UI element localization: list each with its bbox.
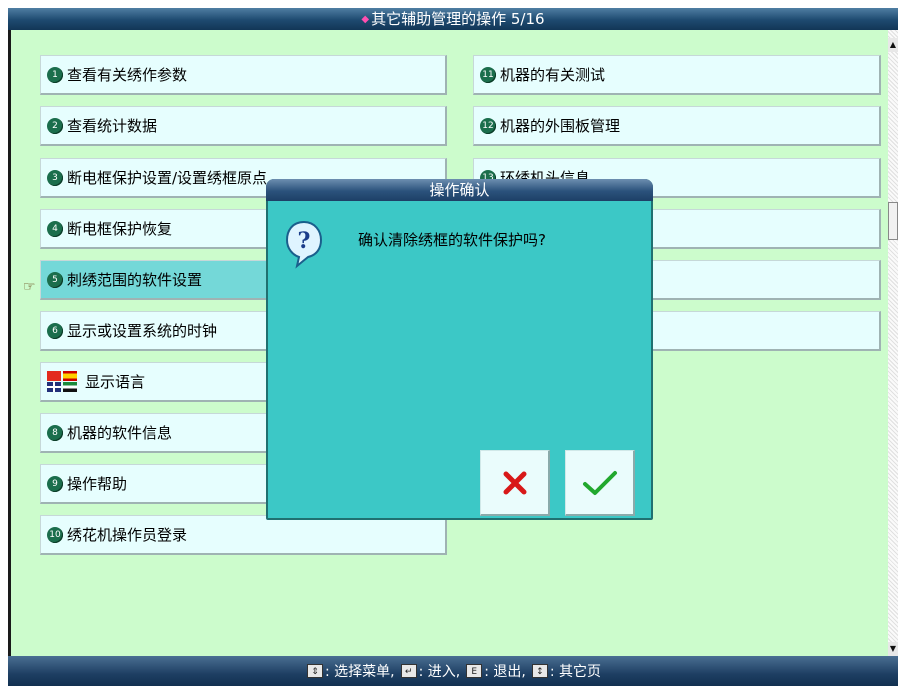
svg-text:?: ? [298,228,311,254]
scrollbar[interactable]: ▲ ▼ [888,30,898,656]
language-flags-icon [47,371,77,392]
menu-item-machine-tests[interactable]: 11 机器的有关测试 [473,55,881,95]
menu-item-view-parameters[interactable]: 1 查看有关绣作参数 [40,55,447,95]
menu-item-label: 刺绣范围的软件设置 [67,271,203,289]
page-key-icon: ↕ [531,664,548,678]
left-border [8,30,11,656]
hint-other-page: : 其它页 [549,664,602,680]
item-number-icon: 11 [480,66,496,83]
menu-item-view-statistics[interactable]: 2 查看统计数据 [40,106,447,146]
ok-button[interactable] [565,450,635,516]
hint-exit: : 退出, [484,664,526,680]
status-bar: ⇕ : 选择菜单, ↵ : 进入, E : 退出, ↕ : 其它页 [8,656,898,686]
title-diamond-icon: ◆ [361,13,370,25]
question-icon: ? [285,220,323,269]
cross-icon [503,471,526,494]
enter-key-icon: ↵ [400,664,417,678]
item-number-icon: 3 [47,169,63,186]
confirm-dialog: 操作确认 ? 确认清除绣框的软件保护吗? [266,179,653,520]
scrollbar-thumb[interactable] [888,202,898,240]
menu-item-label: 断电框保护恢复 [67,220,173,238]
app-screen: ◆ 其它辅助管理的操作 5/16 1 查看有关绣作参数 2 查看统计数据 3 断电… [8,8,898,686]
menu-item-peripheral-boards[interactable]: 12 机器的外围板管理 [473,106,881,146]
dialog-title: 操作确认 [266,179,653,201]
item-number-icon: 6 [47,322,63,339]
item-number-icon: 9 [47,475,63,492]
item-number-icon: 2 [47,117,63,134]
item-number-icon: 10 [47,526,63,543]
hint-select: : 选择菜单, [324,664,395,680]
hand-pointer-icon: ☞ [23,279,36,295]
scroll-down-icon[interactable]: ▼ [888,642,898,656]
hint-enter: : 进入, [418,664,461,680]
item-number-icon: 4 [47,220,63,237]
menu-item-label: 操作帮助 [67,475,128,493]
menu-item-label: 查看统计数据 [67,117,158,135]
menu-item-label: 显示或设置系统的时钟 [67,322,218,340]
menu-item-label: 机器的有关测试 [500,66,606,84]
menu-item-label: 断电框保护设置/设置绣框原点 [67,169,268,187]
title-bar: ◆ 其它辅助管理的操作 5/16 [8,8,898,30]
esc-key-icon: E [466,664,483,678]
menu-item-label: 机器的外围板管理 [500,117,621,135]
cancel-button[interactable] [480,450,550,516]
menu-item-operator-login[interactable]: 10 绣花机操作员登录 [40,515,447,555]
page-title: 其它辅助管理的操作 5/16 [371,10,545,28]
check-icon [582,470,617,495]
menu-item-label: 绣花机操作员登录 [67,526,188,544]
item-number-icon: 8 [47,424,63,441]
dialog-message: 确认清除绣框的软件保护吗? [358,231,546,249]
menu-item-label: 查看有关绣作参数 [67,66,188,84]
item-number-icon: 1 [47,66,63,83]
item-number-icon: 12 [480,117,496,134]
item-number-icon: 5 [47,271,63,288]
scroll-up-icon[interactable]: ▲ [888,38,898,52]
menu-item-label: 机器的软件信息 [67,424,173,442]
up-down-key-icon: ⇕ [306,664,323,678]
menu-item-label: 显示语言 [85,373,146,391]
